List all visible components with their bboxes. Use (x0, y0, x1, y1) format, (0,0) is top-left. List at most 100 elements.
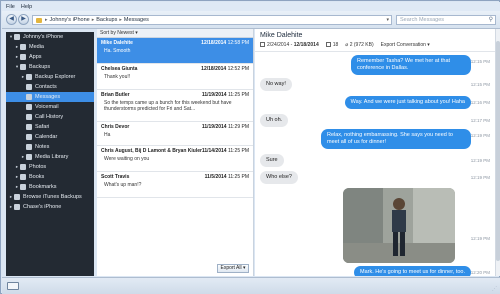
conversation-row[interactable]: Chris Devor 11/19/2014 11:29 PM Ha (97, 122, 253, 146)
message-timestamp: 12:15 PM (470, 82, 490, 87)
conversation-row[interactable]: Chris August, Bij D Lamont & Bryan Kiule… (97, 146, 253, 172)
forward-button[interactable]: ▶ (18, 14, 29, 25)
sidebar-item[interactable]: Voicemail (6, 102, 94, 112)
sidebar-item[interactable]: Notes (6, 142, 94, 152)
conversation-date: 11/19/2014 11:29 PM (201, 124, 249, 130)
message-timestamp: 12:16 PM (470, 100, 490, 105)
books-icon (20, 174, 26, 180)
message-timestamp: 12:19 PM (470, 158, 490, 163)
message-bubble-outgoing[interactable]: Relax, nothing embarrassing. She says yo… (321, 129, 471, 149)
back-button[interactable]: ◀ (6, 14, 17, 25)
phone-call-icon (26, 114, 32, 120)
conversation-date: 12/18/2014 12:52 PM (201, 66, 249, 72)
search-placeholder: Search Messages (400, 17, 445, 23)
vertical-scrollbar[interactable] (495, 29, 500, 276)
sidebar-item[interactable]: ▾ Backups (6, 62, 94, 72)
message-bubble-outgoing[interactable]: Mark. He's going to meet us for dinner, … (354, 266, 471, 276)
sidebar-item[interactable]: ▸ Media Library (6, 152, 94, 162)
apps-icon (20, 54, 26, 60)
message-bubble-outgoing[interactable]: Way. And we were just talking about you!… (344, 96, 471, 109)
conversation-title: Mike Dalehite (260, 32, 303, 39)
photos-icon (20, 164, 26, 170)
conversation-preview: So the temps came up a bunch for this we… (104, 100, 232, 112)
export-conversation-button[interactable]: Export Conversation ▾ (381, 42, 430, 48)
sidebar-item[interactable]: ▸ Browse iTunes Backups (6, 192, 94, 202)
address-bar[interactable]: ▸ Johnny's iPhone ▸ Backups ▸ Messages ▾ (32, 15, 392, 25)
conversation-row[interactable]: Scott Travis 11/5/2014 11:25 PM What's up … (97, 172, 253, 198)
sidebar-item[interactable]: ▸ Chase's iPhone (6, 202, 94, 212)
breadcrumb-messages[interactable]: Messages (124, 17, 149, 23)
conversation-info: 2/24/2014 - 12/18/2014 18 ⌀ 2 (972 KB) E… (260, 42, 437, 48)
attachment-count: ⌀ 2 (972 KB) (345, 42, 374, 48)
sidebar-item[interactable]: ▸ Apps (6, 52, 94, 62)
conversation-preview: Were waiting on you (104, 156, 150, 162)
conversation-preview: Thank you!! (104, 74, 131, 80)
message-bubble-incoming[interactable]: No way! (260, 78, 292, 91)
search-icon[interactable]: ⚲ (489, 16, 493, 24)
menu-file[interactable]: File (6, 4, 15, 10)
sidebar: ▾ Johnny's iPhone ▸ Media ▸ Apps ▾ Backups ▸ Back… (6, 32, 94, 276)
message-bubble-incoming[interactable]: Who else? (260, 171, 298, 184)
breadcrumb-device[interactable]: Johnny's iPhone (50, 17, 90, 23)
resize-grip-icon[interactable]: ⋰ (492, 286, 497, 292)
sidebar-item[interactable]: ▸ Backup Explorer (6, 72, 94, 82)
scrollbar-thumb[interactable] (496, 41, 500, 261)
sidebar-item-label: Bookmarks (29, 184, 57, 190)
sidebar-item-label: Notes (35, 144, 50, 150)
message-timestamp: 12:17 PM (470, 118, 490, 123)
voicemail-icon (26, 104, 32, 110)
sidebar-item[interactable]: ▸ Bookmarks (6, 182, 94, 192)
sidebar-item[interactable]: ▸ Media (6, 42, 94, 52)
sidebar-item[interactable]: ▾ Johnny's iPhone (6, 32, 94, 42)
export-all-button[interactable]: Export All ▾ (217, 264, 249, 273)
sidebar-item[interactable]: Contacts (6, 82, 94, 92)
sort-dropdown[interactable]: Sort by Newest ▾ (97, 29, 253, 38)
app-window: File Help ◀ ▶ ▸ Johnny's iPhone ▸ Backup… (0, 0, 500, 294)
sidebar-item-label: Media (29, 44, 44, 50)
search-input[interactable]: Search Messages ⚲ (396, 15, 496, 25)
export-all-label: Export All (220, 265, 242, 271)
folder-icon (26, 74, 32, 80)
menu-help[interactable]: Help (21, 4, 32, 10)
sidebar-item-label: Photos (29, 164, 47, 170)
sort-label: Sort by Newest (100, 30, 134, 36)
sidebar-item-label: Voicemail (35, 104, 59, 110)
message-bubble-incoming[interactable]: Uh oh. (260, 114, 289, 127)
conversation-row[interactable]: Brian Butler 11/19/2014 11:25 PM So the te… (97, 90, 253, 122)
message-timestamp: 12:19 PM (470, 175, 490, 180)
keyboard-icon[interactable] (7, 282, 19, 290)
chevron-right-icon: ▸ (119, 17, 122, 23)
music-icon (20, 44, 26, 50)
compass-icon (26, 124, 32, 130)
sidebar-item[interactable]: Messages (6, 92, 94, 102)
arrow-left-icon: ◀ (9, 16, 14, 22)
chevron-down-icon[interactable]: ▾ (386, 17, 389, 23)
sidebar-item[interactable]: ▸ Books (6, 172, 94, 182)
message-pane: Mike Dalehite 2/24/2014 - 12/18/2014 18 … (255, 29, 495, 276)
sidebar-item-label: Browse iTunes Backups (23, 194, 82, 200)
photo-attachment[interactable] (343, 188, 455, 263)
status-bar: ⋰ (2, 277, 500, 294)
clock-icon (20, 64, 26, 70)
sidebar-item[interactable]: ▸ Photos (6, 162, 94, 172)
message-timestamp: 12:20 PM (470, 270, 490, 275)
message-bubble-incoming[interactable]: Sure (260, 154, 284, 167)
phone-icon (14, 34, 20, 40)
toolbar: ◀ ▶ ▸ Johnny's iPhone ▸ Backups ▸ Messag… (2, 11, 500, 29)
chevron-down-icon: ▾ (135, 30, 138, 36)
conversation-row[interactable]: Mike Dalehite 12/18/2014 12:58 PM Ha. Smoo… (97, 38, 253, 64)
contacts-icon (26, 84, 32, 90)
breadcrumb-backups[interactable]: Backups (96, 17, 117, 23)
sidebar-item[interactable]: Calendar (6, 132, 94, 142)
sidebar-item[interactable]: Call History (6, 112, 94, 122)
message-bubble-outgoing[interactable]: Remember Tasha? We met her at that confe… (351, 55, 471, 75)
date-range: 2/24/2014 - 12/18/2014 (260, 42, 319, 48)
conversation-date: 11/19/2014 11:25 PM (201, 92, 249, 98)
menu-bar: File Help (2, 2, 500, 11)
sidebar-item[interactable]: Safari (6, 122, 94, 132)
sidebar-item-label: Backup Explorer (35, 74, 76, 80)
conversation-preview: What's up man!? (104, 182, 142, 188)
conversation-row[interactable]: Chelsea Giunta 12/18/2014 12:52 PM Thank y… (97, 64, 253, 90)
calendar-icon (260, 42, 265, 47)
message-timestamp: 12:15 PM (470, 59, 490, 64)
